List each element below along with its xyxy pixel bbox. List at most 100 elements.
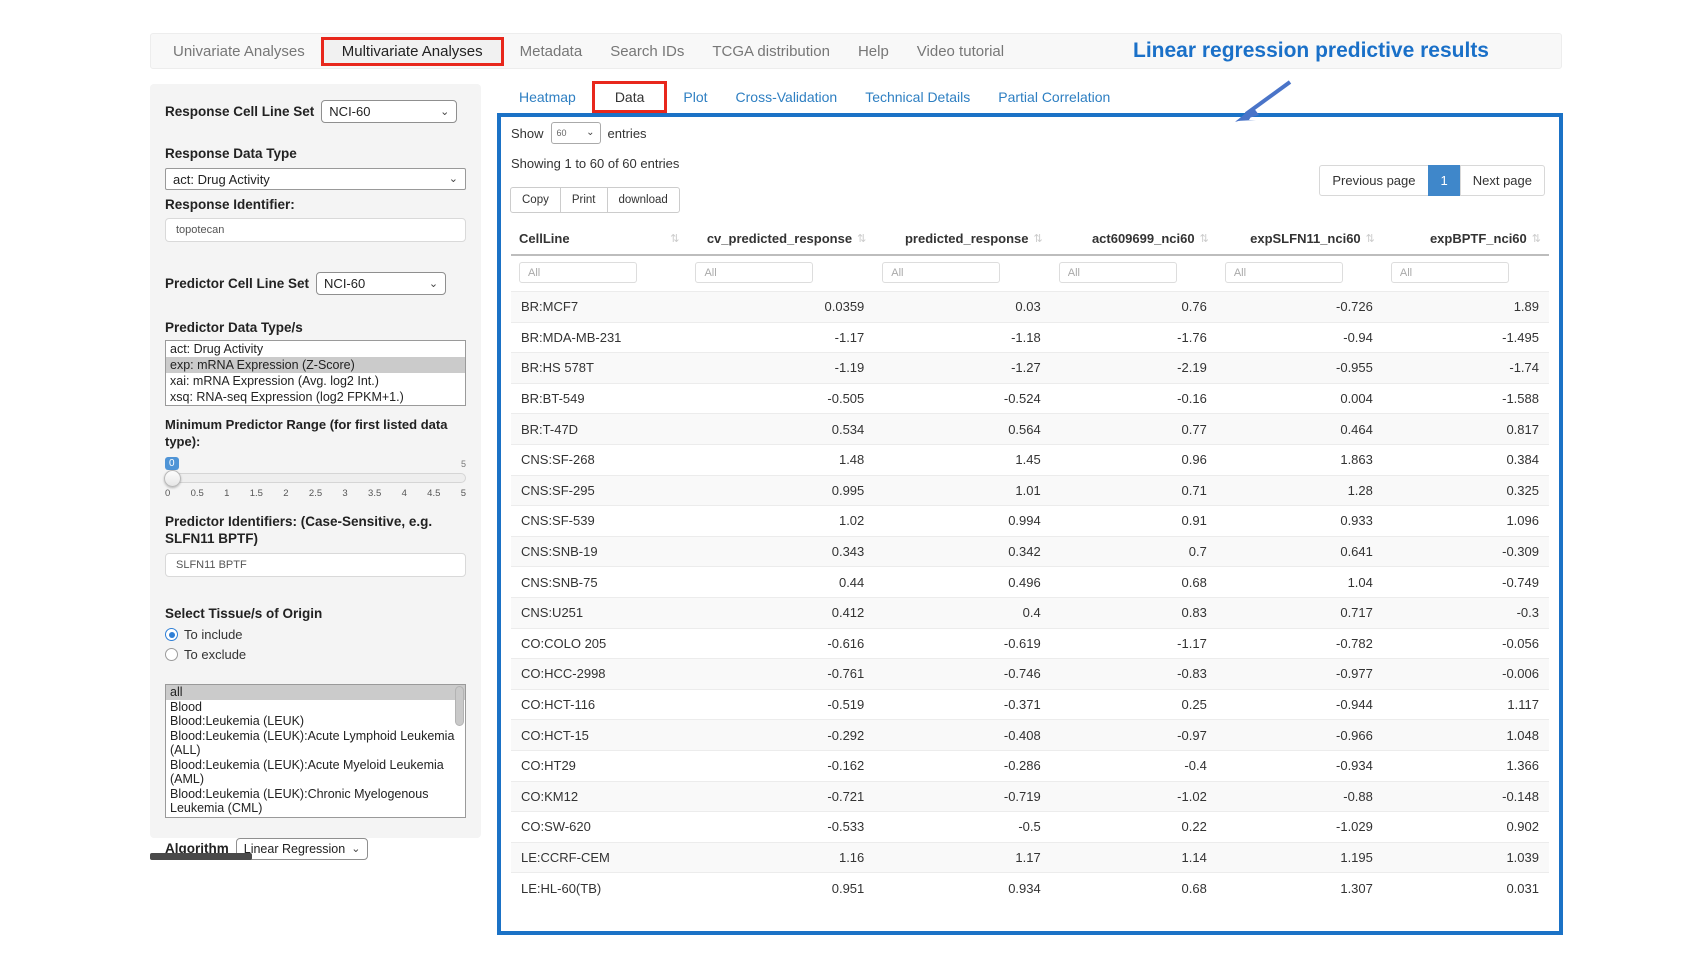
nav-item-video-tutorial[interactable]: Video tutorial	[903, 43, 1018, 60]
table-row-co-sw-620[interactable]: CO:SW-620-0.533-0.50.22-1.0290.902	[511, 812, 1549, 843]
table-row-br-mcf7[interactable]: BR:MCF70.03590.030.76-0.7261.89	[511, 292, 1549, 323]
tissue-option-blood-leukemia-leuk[interactable]: Blood:Leukemia (LEUK)	[166, 714, 465, 729]
listbox-scrollbar[interactable]	[455, 686, 464, 726]
tab-data[interactable]: Data	[601, 89, 659, 105]
tab-technical-details[interactable]: Technical Details	[851, 89, 984, 105]
sort-icon[interactable]: ⇅	[1034, 232, 1043, 245]
tissue-option-blood-leukemia-leuk-chronic-myelogenous-[interactable]: Blood:Leukemia (LEUK):Chronic Myelogenou…	[166, 787, 465, 816]
sort-icon[interactable]: ⇅	[1532, 232, 1541, 245]
response-data-type-label: Response Data Type	[165, 145, 466, 162]
nav-item-multivariate-analyses[interactable]: Multivariate Analyses	[328, 43, 497, 60]
nav-items: Univariate Analyses Multivariate Analyses…	[159, 37, 1018, 66]
column-header-cv-predicted-response[interactable]: cv_predicted_response⇅	[687, 223, 874, 255]
tab-plot[interactable]: Plot	[669, 89, 721, 105]
value-cell-act609699-nci60: 0.71	[1051, 475, 1217, 506]
cellline-cell: BR:T-47D	[511, 414, 687, 445]
filter-input-cellline[interactable]	[519, 262, 637, 283]
algorithm-value: Linear Regression	[244, 842, 345, 856]
table-row-co-ht29[interactable]: CO:HT29-0.162-0.286-0.4-0.9341.366	[511, 750, 1549, 781]
sidebar-panel: Response Cell Line Set NCI-60 ⌄ Response…	[150, 84, 481, 838]
value-cell-expbptf-nci60: 1.89	[1383, 292, 1549, 323]
entries-count-select[interactable]: 60 ⌄	[551, 122, 601, 144]
tissue-listbox[interactable]: allBloodBlood:Leukemia (LEUK)Blood:Leuke…	[165, 684, 466, 818]
table-row-br-bt-549[interactable]: BR:BT-549-0.505-0.524-0.160.004-1.588	[511, 383, 1549, 414]
tissue-option-blood-leukemia-leuk-acute-myeloid-leukem[interactable]: Blood:Leukemia (LEUK):Acute Myeloid Leuk…	[166, 758, 465, 787]
filter-input-predicted-response[interactable]	[882, 262, 1000, 283]
filter-input-cv-predicted-response[interactable]	[695, 262, 813, 283]
nav-item-search-ids[interactable]: Search IDs	[596, 43, 698, 60]
predictor-data-type-option-exp-mrna-expression-z-score[interactable]: exp: mRNA Expression (Z-Score)	[166, 357, 465, 373]
table-row-co-hcc-2998[interactable]: CO:HCC-2998-0.761-0.746-0.83-0.977-0.006	[511, 659, 1549, 690]
value-cell-expslfn11-nci60: 0.717	[1217, 597, 1383, 628]
column-header-expbptf-nci60[interactable]: expBPTF_nci60⇅	[1383, 223, 1549, 255]
response-identifier-input[interactable]	[165, 218, 466, 242]
pagination-1[interactable]: 1	[1428, 165, 1461, 196]
table-row-cns-sf-268[interactable]: CNS:SF-2681.481.450.961.8630.384	[511, 444, 1549, 475]
nav-item-metadata[interactable]: Metadata	[506, 43, 597, 60]
response-cell-line-set-select[interactable]: NCI-60 ⌄	[321, 100, 457, 123]
table-row-cns-snb-75[interactable]: CNS:SNB-750.440.4960.681.04-0.749	[511, 567, 1549, 598]
table-row-co-km12[interactable]: CO:KM12-0.721-0.719-1.02-0.88-0.148	[511, 781, 1549, 812]
table-row-cns-sf-295[interactable]: CNS:SF-2950.9951.010.711.280.325	[511, 475, 1549, 506]
table-row-le-hl-60-tb[interactable]: LE:HL-60(TB)0.9510.9340.681.3070.031	[511, 873, 1549, 903]
chevron-down-icon: ⌄	[351, 844, 360, 854]
table-row-le-ccrf-cem[interactable]: LE:CCRF-CEM1.161.171.141.1951.039	[511, 842, 1549, 873]
filter-input-act609699-nci60[interactable]	[1059, 262, 1177, 283]
min-predictor-range-slider[interactable]: 0 5 00.511.522.533.544.55	[165, 456, 466, 499]
table-row-cns-snb-19[interactable]: CNS:SNB-190.3430.3420.70.641-0.309	[511, 536, 1549, 567]
table-row-co-hct-116[interactable]: CO:HCT-116-0.519-0.3710.25-0.9441.117	[511, 689, 1549, 720]
predictor-identifiers-input[interactable]	[165, 553, 466, 577]
slider-track[interactable]	[165, 473, 466, 483]
column-header-expslfn11-nci60[interactable]: expSLFN11_nci60⇅	[1217, 223, 1383, 255]
slider-handle[interactable]	[164, 470, 181, 487]
sort-icon[interactable]: ⇅	[857, 232, 866, 245]
tab-cross-validation[interactable]: Cross-Validation	[722, 89, 852, 105]
sort-icon[interactable]: ⇅	[1200, 232, 1209, 245]
print-button[interactable]: Print	[560, 187, 608, 213]
predictor-data-type-option-act-drug-activity[interactable]: act: Drug Activity	[166, 341, 465, 357]
column-header-cellline[interactable]: CellLine⇅	[511, 223, 687, 255]
predictor-data-types-listbox[interactable]: act: Drug Activityexp: mRNA Expression (…	[165, 340, 466, 406]
tab-partial-correlation[interactable]: Partial Correlation	[984, 89, 1124, 105]
sort-icon[interactable]: ⇅	[1366, 232, 1375, 245]
pagination-next-page[interactable]: Next page	[1460, 165, 1545, 196]
copy-button[interactable]: Copy	[510, 187, 561, 213]
response-data-type-select[interactable]: act: Drug Activity ⌄	[165, 168, 466, 190]
tissue-radio-to-include[interactable]: To include	[165, 627, 466, 642]
predictor-cell-line-set-select[interactable]: NCI-60 ⌄	[316, 272, 446, 295]
nav-item-univariate-analyses[interactable]: Univariate Analyses	[159, 43, 319, 60]
column-header-predicted-response[interactable]: predicted_response⇅	[874, 223, 1050, 255]
table-row-co-hct-15[interactable]: CO:HCT-15-0.292-0.408-0.97-0.9661.048	[511, 720, 1549, 751]
algorithm-select[interactable]: Linear Regression ⌄	[236, 838, 369, 860]
predictor-data-type-option-xsq-rna-seq-expression-log2-fpkm-1[interactable]: xsq: RNA-seq Expression (log2 FPKM+1.)	[166, 389, 465, 405]
filter-input-expbptf-nci60[interactable]	[1391, 262, 1509, 283]
nav-item-help[interactable]: Help	[844, 43, 903, 60]
table-row-br-hs-578t[interactable]: BR:HS 578T-1.19-1.27-2.19-0.955-1.74	[511, 353, 1549, 384]
table-row-br-t-47d[interactable]: BR:T-47D0.5340.5640.770.4640.817	[511, 414, 1549, 445]
sort-icon[interactable]: ⇅	[670, 232, 679, 245]
tissue-option-blood-leukemia-leuk-acute-lymphoid-leuke[interactable]: Blood:Leukemia (LEUK):Acute Lymphoid Leu…	[166, 729, 465, 758]
tissue-radio-to-exclude[interactable]: To exclude	[165, 647, 466, 662]
filter-input-expslfn11-nci60[interactable]	[1225, 262, 1343, 283]
tissue-option-all[interactable]: all	[166, 685, 465, 700]
value-cell-act609699-nci60: 0.68	[1051, 567, 1217, 598]
value-cell-expbptf-nci60: -0.309	[1383, 536, 1549, 567]
table-row-co-colo-205[interactable]: CO:COLO 205-0.616-0.619-1.17-0.782-0.056	[511, 628, 1549, 659]
predictor-data-type-option-xai-mrna-expression-avg-log2-int[interactable]: xai: mRNA Expression (Avg. log2 Int.)	[166, 373, 465, 389]
value-cell-predicted-response: -1.18	[874, 322, 1050, 353]
radio-icon[interactable]	[165, 648, 178, 661]
column-header-act609699-nci60[interactable]: act609699_nci60⇅	[1051, 223, 1217, 255]
predictor-cell-line-set-value: NCI-60	[324, 276, 365, 291]
entries-count-value: 60	[557, 128, 567, 138]
table-row-cns-sf-539[interactable]: CNS:SF-5391.020.9940.910.9331.096	[511, 506, 1549, 537]
tab-heatmap[interactable]: Heatmap	[505, 89, 590, 105]
pagination-previous-page[interactable]: Previous page	[1319, 165, 1428, 196]
cellline-cell: BR:MCF7	[511, 292, 687, 323]
nav-item-tcga-distribution[interactable]: TCGA distribution	[698, 43, 844, 60]
table-row-cns-u251[interactable]: CNS:U2510.4120.40.830.717-0.3	[511, 597, 1549, 628]
table-row-br-mda-mb-231[interactable]: BR:MDA-MB-231-1.17-1.18-1.76-0.94-1.495	[511, 322, 1549, 353]
download-button[interactable]: download	[607, 187, 680, 213]
radio-icon[interactable]	[165, 628, 178, 641]
tissue-option-blood[interactable]: Blood	[166, 700, 465, 715]
value-cell-expslfn11-nci60: -0.782	[1217, 628, 1383, 659]
